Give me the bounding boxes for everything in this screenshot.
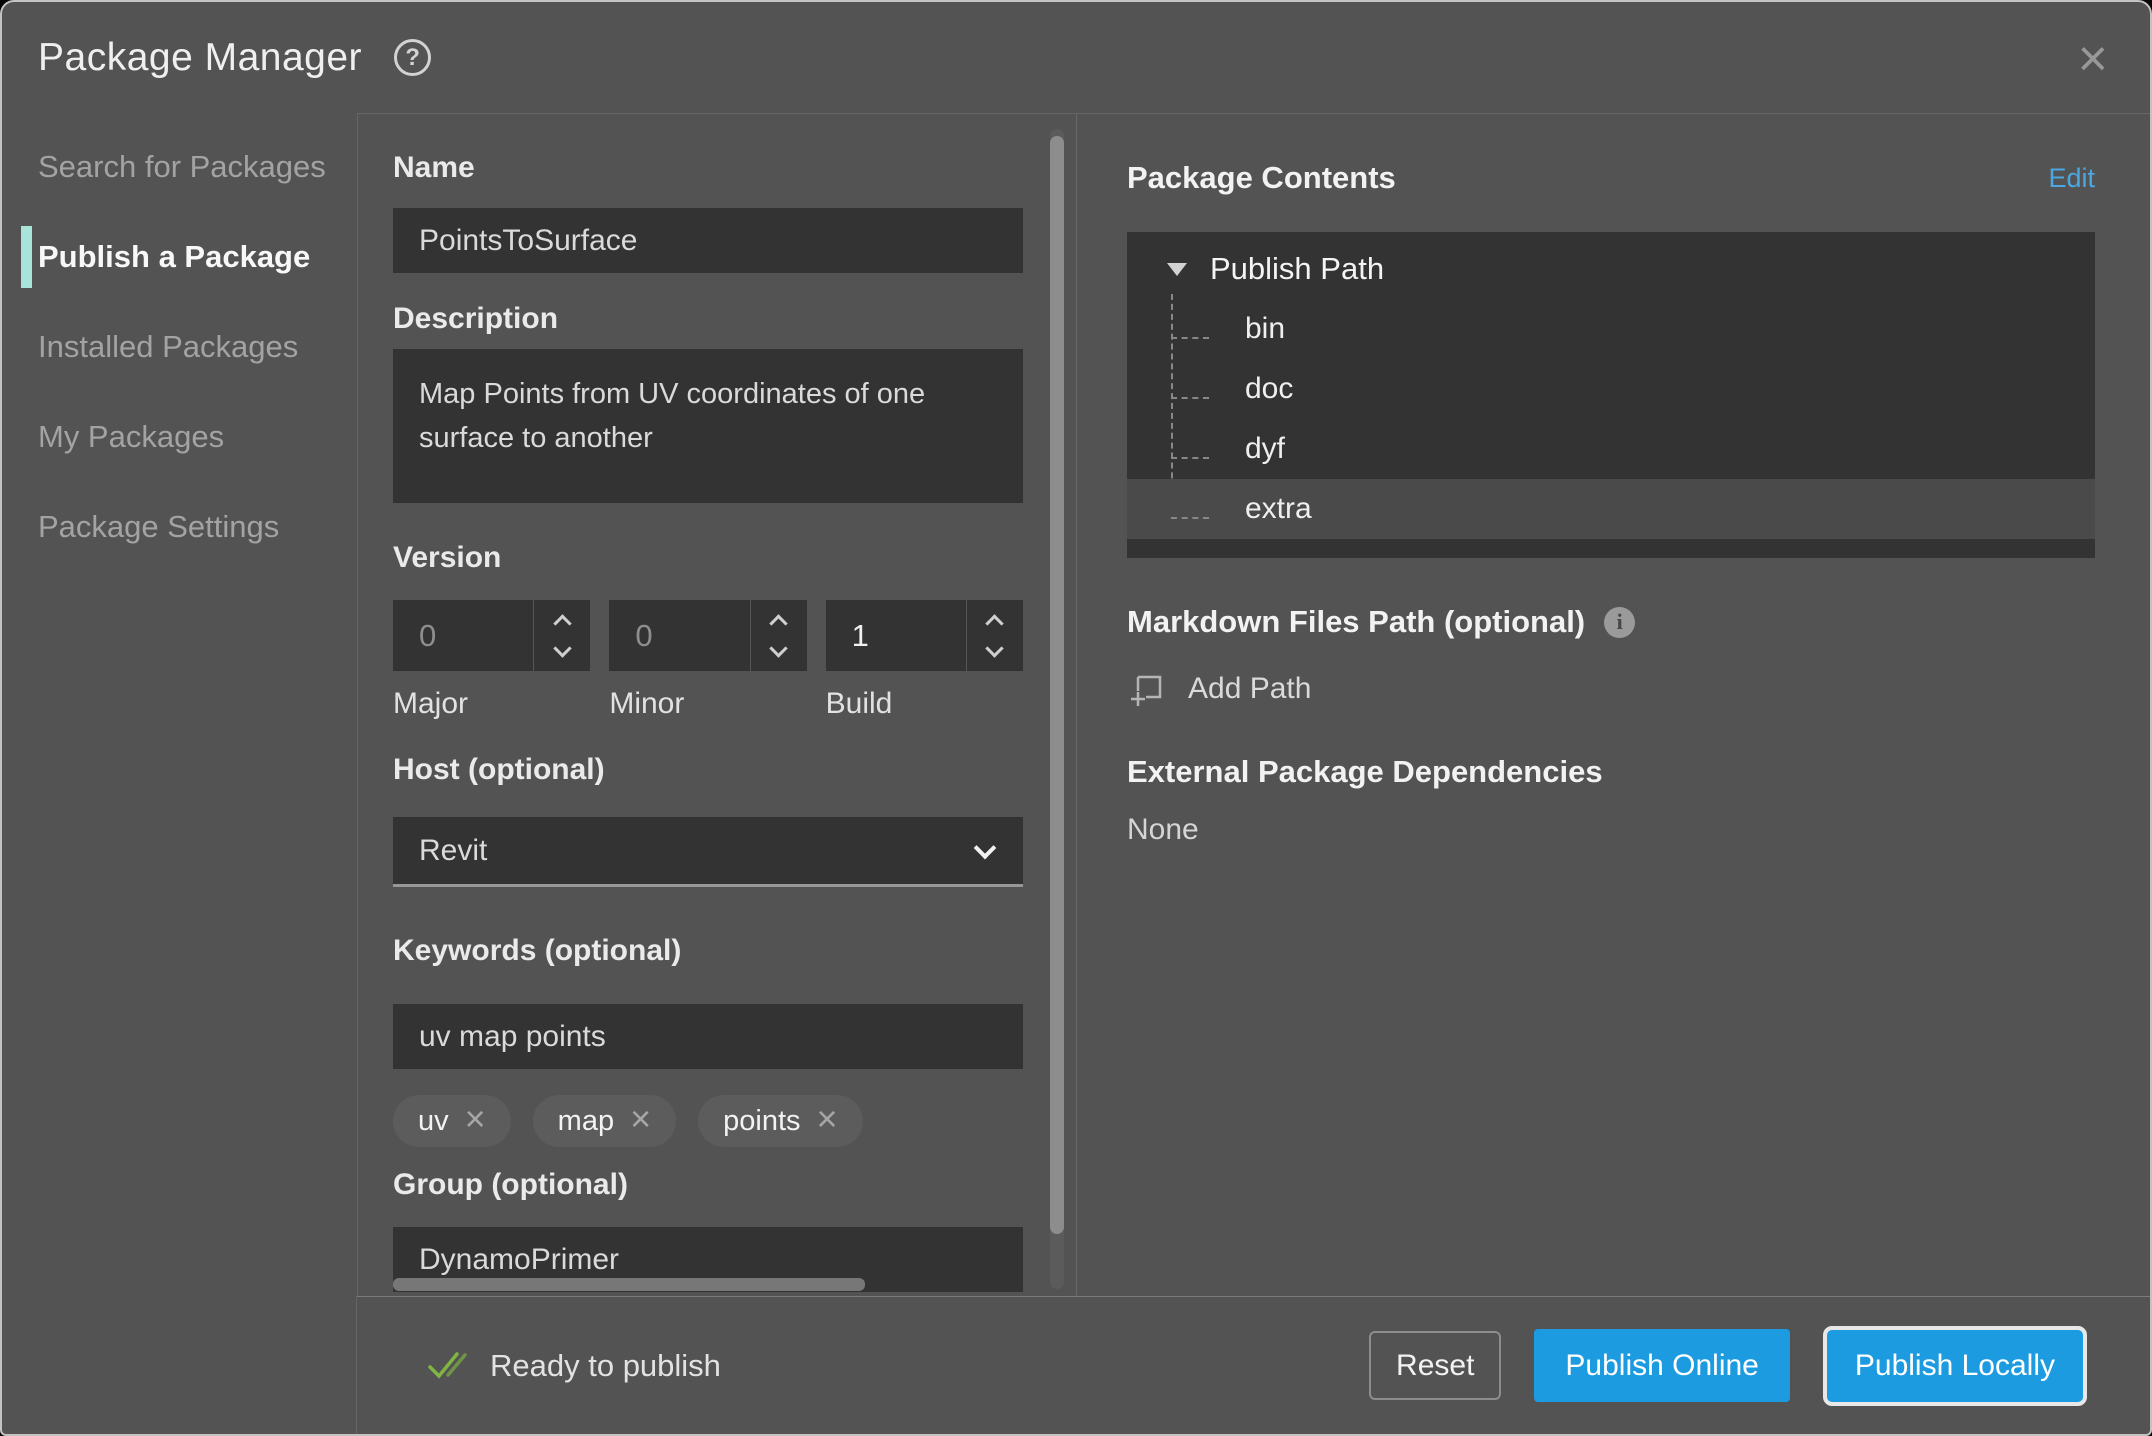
tag-label: uv <box>418 1105 449 1138</box>
chevron-down-icon <box>974 837 997 860</box>
host-select[interactable]: Revit <box>393 817 1023 887</box>
package-manager-dialog: Package Manager ? × Search for Packages … <box>0 0 2152 1436</box>
horizontal-scrollbar-thumb[interactable] <box>393 1278 865 1291</box>
close-icon[interactable]: × <box>2078 31 2108 85</box>
add-folder-icon <box>1127 668 1167 710</box>
name-label: Name <box>393 149 1023 186</box>
horizontal-scrollbar[interactable] <box>393 1278 1023 1291</box>
vertical-scrollbar[interactable] <box>1050 129 1064 1289</box>
major-label: Major <box>393 687 590 721</box>
version-build-stepper: 1 <box>826 600 1023 671</box>
sidebar-item-label: My Packages <box>38 419 224 455</box>
version-label: Version <box>393 539 1023 576</box>
tree-root-label: Publish Path <box>1210 251 1384 287</box>
edit-link[interactable]: Edit <box>2048 163 2095 194</box>
tree-item-bin[interactable]: bin <box>1127 299 2095 359</box>
version-minor-stepper: 0 <box>609 600 806 671</box>
dependencies-label: External Package Dependencies <box>1127 754 2095 790</box>
tree-root-publish-path[interactable]: Publish Path <box>1127 239 2095 299</box>
footer-bar: Ready to publish Reset Publish Online Pu… <box>2 1296 2150 1434</box>
remove-tag-icon[interactable]: × <box>817 1101 838 1137</box>
minor-label: Minor <box>609 687 806 721</box>
keyword-tag-points: points × <box>698 1095 862 1147</box>
description-label: Description <box>393 300 1023 337</box>
remove-tag-icon[interactable]: × <box>630 1101 651 1137</box>
version-field-labels: Major Minor Build <box>393 687 1023 721</box>
tree-item-label: dyf <box>1245 432 1285 466</box>
dependencies-value: None <box>1127 813 2095 847</box>
sidebar-item-installed-packages[interactable]: Installed Packages <box>2 302 357 392</box>
build-label: Build <box>826 687 1023 721</box>
vertical-scrollbar-thumb[interactable] <box>1050 136 1064 1234</box>
active-item-accent-bar <box>21 226 32 288</box>
tree-expand-icon[interactable] <box>1167 263 1187 276</box>
major-decrement-icon[interactable] <box>553 639 571 657</box>
version-major-value[interactable]: 0 <box>393 600 534 671</box>
markdown-path-label: Markdown Files Path (optional) <box>1127 604 1585 640</box>
sidebar-item-publish-a-package[interactable]: Publish a Package <box>2 212 357 302</box>
package-contents-title: Package Contents <box>1127 160 1396 196</box>
major-increment-icon[interactable] <box>553 614 571 632</box>
help-icon[interactable]: ? <box>394 39 431 76</box>
tree-item-doc[interactable]: doc <box>1127 359 2095 419</box>
sidebar: Search for Packages Publish a Package In… <box>2 113 357 1296</box>
reset-button[interactable]: Reset <box>1369 1331 1501 1400</box>
keyword-tag-uv: uv × <box>393 1095 511 1147</box>
minor-increment-icon[interactable] <box>769 614 787 632</box>
ready-check-icon <box>427 1349 469 1383</box>
sidebar-item-package-settings[interactable]: Package Settings <box>2 482 357 572</box>
tree-item-label: doc <box>1245 372 1293 406</box>
sidebar-item-label: Publish a Package <box>38 239 310 275</box>
tag-label: map <box>558 1105 614 1138</box>
sidebar-item-label: Installed Packages <box>38 329 298 365</box>
keyword-tags: uv × map × points × <box>393 1095 1023 1147</box>
window-title: Package Manager <box>38 36 362 80</box>
publish-status: Ready to publish <box>427 1348 721 1384</box>
dialog-body: Search for Packages Publish a Package In… <box>2 113 2150 1296</box>
publish-locally-button[interactable]: Publish Locally <box>1823 1326 2087 1406</box>
tag-label: points <box>723 1105 800 1138</box>
name-input[interactable] <box>393 208 1023 273</box>
build-increment-icon[interactable] <box>986 614 1004 632</box>
keywords-input[interactable] <box>393 1004 1023 1069</box>
build-decrement-icon[interactable] <box>986 639 1004 657</box>
version-minor-value[interactable]: 0 <box>609 600 750 671</box>
description-input[interactable]: Map Points from UV coordinates of one su… <box>393 349 1023 503</box>
group-label: Group (optional) <box>393 1166 1023 1203</box>
tree-item-label: bin <box>1245 312 1285 346</box>
version-build-value[interactable]: 1 <box>826 600 967 671</box>
tree-item-extra[interactable]: extra <box>1127 479 2095 539</box>
minor-decrement-icon[interactable] <box>769 639 787 657</box>
publish-form-panel: Name Description Map Points from UV coor… <box>357 114 1077 1296</box>
sidebar-item-my-packages[interactable]: My Packages <box>2 392 357 482</box>
publish-online-button[interactable]: Publish Online <box>1534 1329 1789 1402</box>
tree-item-dyf[interactable]: dyf <box>1127 419 2095 479</box>
tree-item-label: extra <box>1245 492 1312 526</box>
info-icon[interactable]: i <box>1604 607 1635 638</box>
content-area: Name Description Map Points from UV coor… <box>357 113 2150 1296</box>
remove-tag-icon[interactable]: × <box>465 1101 486 1137</box>
version-steppers: 0 0 <box>393 600 1023 671</box>
keywords-label: Keywords (optional) <box>393 932 1023 969</box>
version-major-stepper: 0 <box>393 600 590 671</box>
footer-spacer <box>2 1296 357 1434</box>
package-contents-panel: Package Contents Edit Publish Path bin d… <box>1077 114 2150 1296</box>
add-path-label: Add Path <box>1188 672 1311 706</box>
host-selected-value: Revit <box>419 834 487 868</box>
keyword-tag-map: map × <box>533 1095 676 1147</box>
add-path-button[interactable]: Add Path <box>1127 668 1387 710</box>
title-bar: Package Manager ? × <box>2 2 2150 113</box>
sidebar-item-search-for-packages[interactable]: Search for Packages <box>2 122 357 212</box>
status-text: Ready to publish <box>490 1348 721 1384</box>
host-label: Host (optional) <box>393 751 1023 788</box>
sidebar-item-label: Search for Packages <box>38 149 326 185</box>
sidebar-item-label: Package Settings <box>38 509 279 545</box>
package-contents-tree: Publish Path bin doc dyf extra <box>1127 232 2095 558</box>
